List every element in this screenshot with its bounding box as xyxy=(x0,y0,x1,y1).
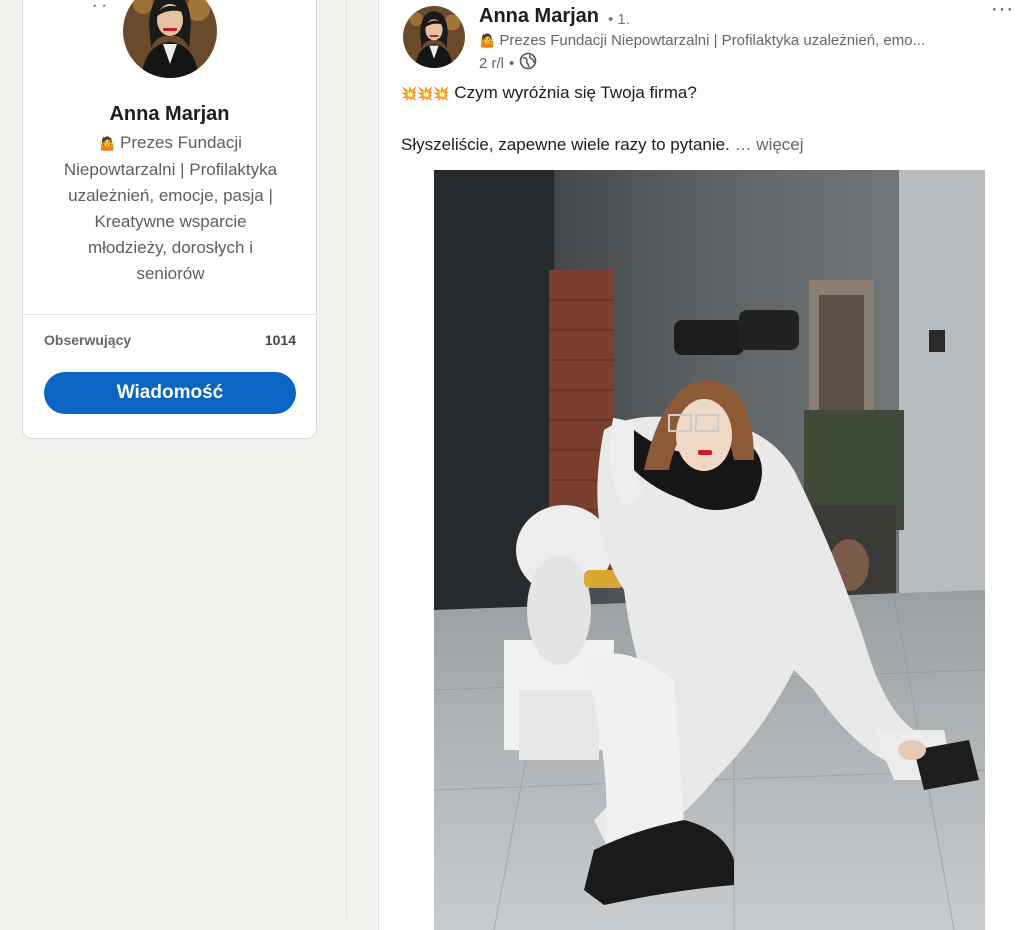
followers-count: 1014 xyxy=(264,332,296,348)
followers-row[interactable]: Obserwujący 1014 xyxy=(44,332,296,348)
profile-name[interactable]: Anna Marjan xyxy=(23,103,316,126)
column-divider xyxy=(346,0,347,918)
headline-emoji: 🤷 xyxy=(99,136,116,151)
post-author-avatar[interactable] xyxy=(403,6,465,68)
post-image[interactable] xyxy=(434,170,985,930)
post-card: Anna Marjan • 1. 🤷 Prezes Fundacji Niepo… xyxy=(378,0,1030,930)
followers-label: Obserwujący xyxy=(44,332,132,348)
connection-degree: • 1. xyxy=(608,11,630,28)
headline-emoji: 🤷 xyxy=(479,33,496,48)
post-emojis: 💥💥💥 xyxy=(401,86,450,101)
post-headline-text: Czym wyróżnia się Twoja firma? xyxy=(454,83,697,102)
card-divider xyxy=(23,314,316,315)
post-author-headline: 🤷 Prezes Fundacji Niepowtarzalni | Profi… xyxy=(479,32,925,49)
post-time: 2 r/l xyxy=(479,54,505,72)
meta-separator: • xyxy=(509,54,515,72)
post-text-line-1: 💥💥💥 Czym wyróżnia się Twoja firma? xyxy=(401,83,697,103)
post-author-name[interactable]: Anna Marjan xyxy=(479,5,599,28)
post-meta: 2 r/l • xyxy=(479,52,537,74)
post-author-headline-text: Prezes Fundacji Niepowtarzalni | Profila… xyxy=(499,32,926,49)
more-options-button[interactable]: ··· xyxy=(991,0,1014,21)
profile-headline: 🤷 Prezes Fundacji Niepowtarzalni | Profi… xyxy=(53,130,288,287)
post-body-text: Słyszeliście, zapewne wiele razy to pyta… xyxy=(401,135,730,154)
banner-dots: • • xyxy=(93,1,108,11)
post-text-line-2: Słyszeliście, zapewne wiele razy to pyta… xyxy=(401,135,804,155)
profile-card: • • sa Anna Marjan 🤷 Prezes Fundacji Nie… xyxy=(22,0,317,439)
profile-headline-text: Prezes Fundacji Niepowtarzalni | Profila… xyxy=(63,133,278,283)
profile-avatar[interactable] xyxy=(123,0,217,78)
message-button[interactable]: Wiadomość xyxy=(44,372,296,414)
globe-icon xyxy=(519,52,537,74)
see-more-link[interactable]: … więcej xyxy=(735,135,804,154)
